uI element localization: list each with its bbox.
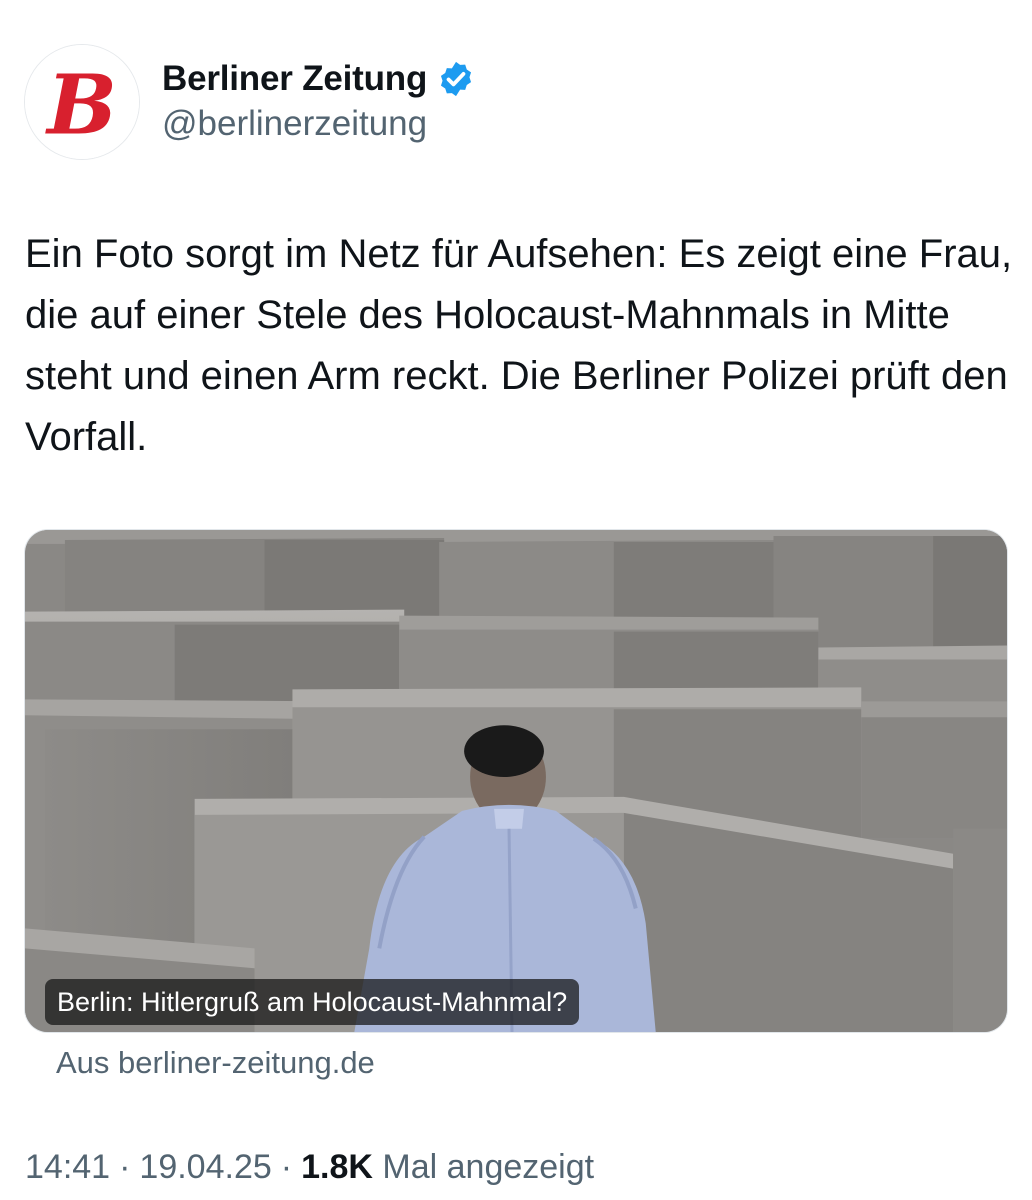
handle[interactable]: @berlinerzeitung bbox=[162, 104, 427, 144]
meta-separator: · bbox=[119, 1148, 131, 1186]
tweet-meta: 14:41 · 19.04.25 · 1.8K Mal angezeigt bbox=[25, 1148, 594, 1187]
tweet-date[interactable]: 19.04.25 bbox=[139, 1148, 271, 1187]
link-card[interactable]: Berlin: Hitlergruß am Holocaust-Mahnmal? bbox=[24, 529, 1008, 1033]
views-label: Mal angezeigt bbox=[382, 1148, 595, 1186]
author-name-row[interactable]: Berliner Zeitung bbox=[162, 54, 475, 104]
memorial-photo bbox=[25, 530, 1007, 1032]
meta-separator: · bbox=[280, 1148, 293, 1186]
card-caption[interactable]: Berlin: Hitlergruß am Holocaust-Mahnmal? bbox=[45, 979, 580, 1025]
tweet-text: Ein Foto sorgt im Netz für Aufsehen: Es … bbox=[25, 232, 1013, 459]
berliner-zeitung-logo: B bbox=[25, 45, 139, 159]
views-count: 1.8K bbox=[301, 1148, 373, 1186]
display-name[interactable]: Berliner Zeitung bbox=[162, 59, 427, 99]
tweet-time[interactable]: 14:41 bbox=[25, 1148, 110, 1187]
logo-letter: B bbox=[45, 56, 117, 153]
avatar[interactable]: B bbox=[24, 44, 140, 160]
verified-badge-icon bbox=[441, 61, 472, 97]
card-source[interactable]: Aus berliner-zeitung.de bbox=[56, 1045, 375, 1081]
